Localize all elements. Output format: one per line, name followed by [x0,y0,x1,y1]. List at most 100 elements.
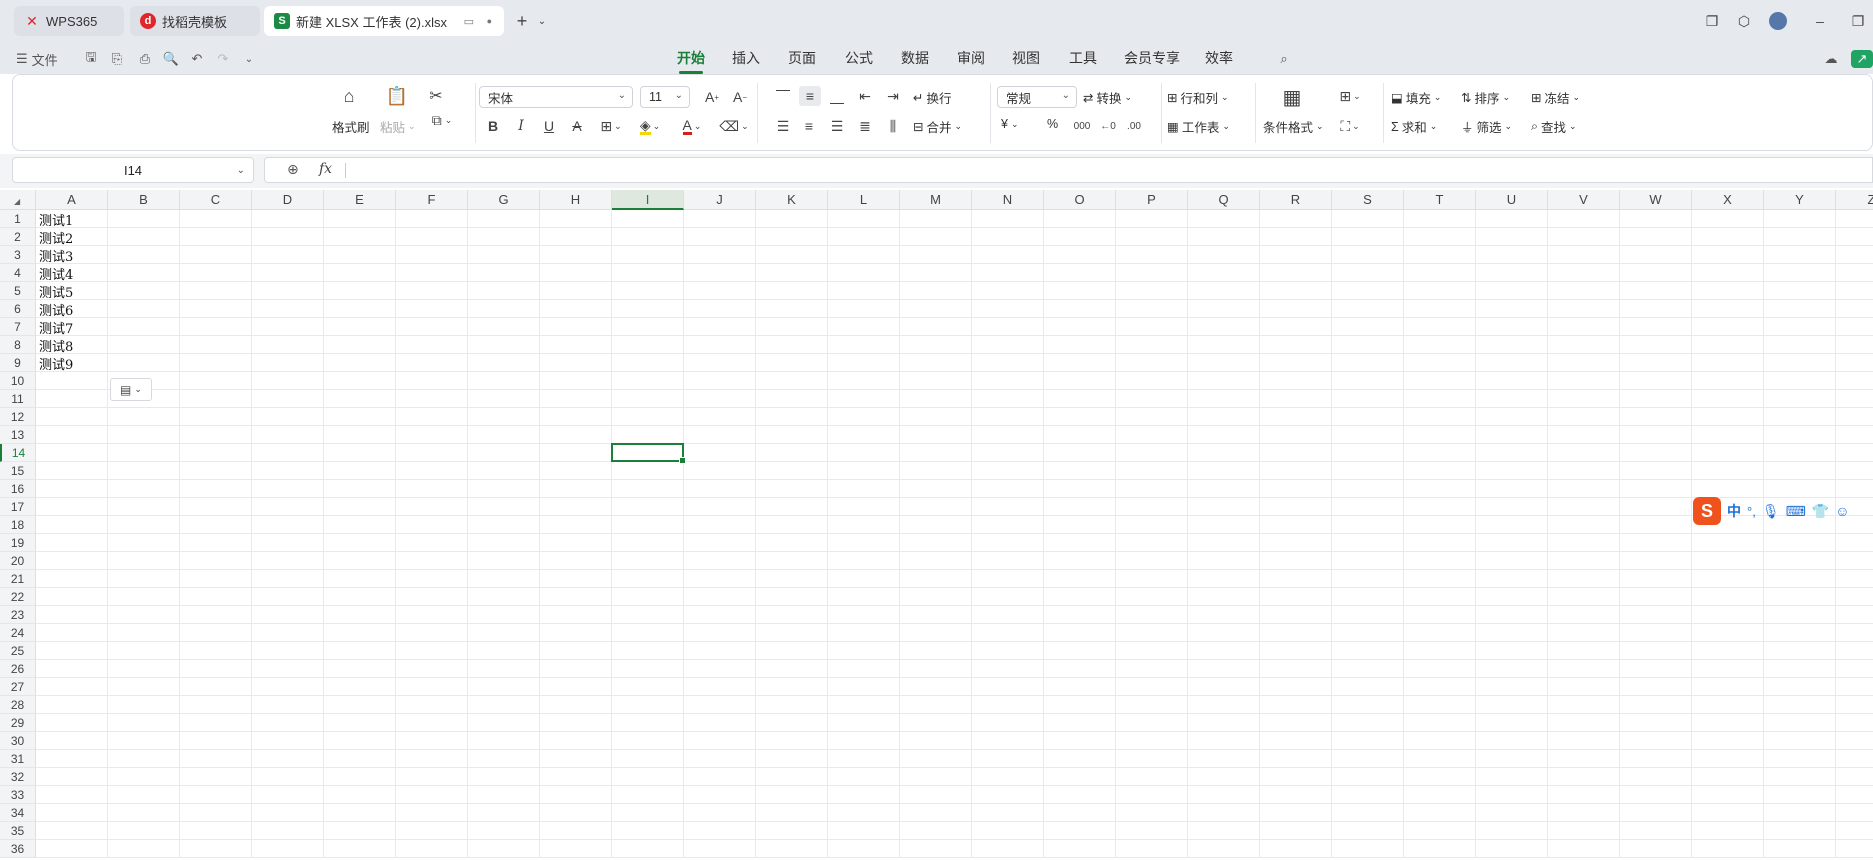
row-header[interactable]: 21 [0,570,36,588]
cube-icon[interactable]: ⬡ [1734,11,1754,31]
cell-style-icon[interactable]: ⊞ ⌄ [1333,86,1367,106]
row-header[interactable]: 19 [0,534,36,552]
cell-a[interactable]: 测试3 [36,246,108,265]
column-header[interactable]: D [252,190,324,210]
tab-docer-templates[interactable]: d 找稻壳模板 [130,6,260,36]
column-header[interactable]: V [1548,190,1620,210]
column-header[interactable]: Y [1764,190,1836,210]
row-header[interactable]: 22 [0,588,36,606]
align-bottom-icon[interactable]: ⎽ [827,86,847,106]
keyboard-icon[interactable]: ⌨ [1786,503,1806,520]
column-header[interactable]: J [684,190,756,210]
cell-a[interactable]: 测试1 [36,210,108,229]
font-name-select[interactable]: 宋体 ⌄ [479,86,633,108]
column-header[interactable]: A [36,190,108,210]
ime-punct-icon[interactable]: °, [1747,504,1756,519]
column-header[interactable]: S [1332,190,1404,210]
print-preview-icon[interactable]: 🔍 [162,50,180,68]
column-header[interactable]: F [396,190,468,210]
align-middle-icon[interactable]: ≡ [799,86,821,106]
ribbon-tab-page[interactable]: 页面 [788,48,816,68]
strikethrough-icon[interactable]: A [567,116,587,136]
column-header[interactable]: U [1476,190,1548,210]
row-header[interactable]: 10 [0,372,36,390]
fx-icon[interactable]: fx [319,161,332,177]
sogou-logo-icon[interactable]: S [1693,497,1721,525]
row-header[interactable]: 27 [0,678,36,696]
column-header[interactable]: N [972,190,1044,210]
increase-indent-icon[interactable]: ⇥ [883,86,903,106]
row-header[interactable]: 7 [0,318,36,336]
chevron-down-icon[interactable]: ⌄ [237,165,245,176]
fill-color-icon[interactable]: ◈ ⌄ [633,116,667,136]
cell-a[interactable]: 测试6 [36,300,108,319]
font-color-icon[interactable]: A ⌄ [675,116,709,136]
row-header[interactable]: 1 [0,210,36,228]
row-header[interactable]: 35 [0,822,36,840]
clear-format-icon[interactable]: ⌫ ⌄ [717,116,751,136]
paste-icon[interactable]: 📋 [386,85,408,107]
column-header[interactable]: E [324,190,396,210]
row-header[interactable]: 11 [0,390,36,408]
increase-font-icon[interactable]: A + [701,86,723,108]
tab-current-workbook[interactable]: S 新建 XLSX 工作表 (2).xlsx ▭ ● [264,6,504,36]
column-header[interactable]: L [828,190,900,210]
column-header[interactable]: P [1116,190,1188,210]
search-icon[interactable]: ⌕ [1275,50,1293,68]
row-header[interactable]: 25 [0,642,36,660]
justify-icon[interactable]: ≣ [855,116,875,136]
align-top-icon[interactable]: ⎺ [773,86,793,106]
filter-button[interactable]: ⏚ 筛选 ⌄ [1461,117,1512,136]
undo-icon[interactable]: ↶ [188,50,206,68]
row-header[interactable]: 5 [0,282,36,300]
ribbon-tab-view[interactable]: 视图 [1012,48,1040,68]
conditional-format-icon[interactable]: ▦ [1279,84,1305,110]
freeze-button[interactable]: ⊞ 冻结 ⌄ [1531,88,1580,107]
tab-list-chevron-icon[interactable]: ⌄ [532,11,552,31]
row-header[interactable]: 29 [0,714,36,732]
column-header[interactable]: I [612,190,684,210]
sum-button[interactable]: Σ 求和 ⌄ [1391,117,1437,136]
quick-access-more-icon[interactable]: ⌄ [240,50,258,68]
table-style-icon[interactable]: ⛶ ⌄ [1333,116,1367,136]
format-painter-icon[interactable]: ⌂ [338,85,360,107]
ime-mode-label[interactable]: 中 [1727,501,1741,521]
restore-icon[interactable]: ❐ [1848,11,1868,31]
sort-button[interactable]: ⇅ 排序 ⌄ [1461,88,1510,107]
row-col-button[interactable]: ⊞ 行和列 ⌄ [1167,88,1229,107]
column-header[interactable]: G [468,190,540,210]
row-header[interactable]: 28 [0,696,36,714]
row-header[interactable]: 31 [0,750,36,768]
decrease-decimal-icon[interactable]: .00 [1123,116,1145,136]
row-header[interactable]: 34 [0,804,36,822]
ribbon-tab-data[interactable]: 数据 [901,48,929,68]
align-center-icon[interactable]: ≡ [799,116,819,136]
unsaved-dot-icon[interactable]: ● [487,16,492,26]
row-header[interactable]: 3 [0,246,36,264]
new-tab-plus-icon[interactable]: + [512,11,532,31]
row-header[interactable]: 4 [0,264,36,282]
minimize-icon[interactable]: – [1810,11,1830,31]
align-left-icon[interactable]: ☰ [773,116,793,136]
row-header[interactable]: 8 [0,336,36,354]
column-header[interactable]: H [540,190,612,210]
select-all-corner[interactable]: ◢ [0,190,36,210]
cell-a[interactable]: 测试5 [36,282,108,301]
row-header[interactable]: 9 [0,354,36,372]
decrease-font-icon[interactable]: A − [729,86,751,108]
paste-options-button[interactable]: ▤ ⌄ [110,378,152,401]
cell-a[interactable]: 测试2 [36,228,108,247]
worksheet-button[interactable]: ▦ 工作表 ⌄ [1167,117,1230,136]
underline-icon[interactable]: U [539,116,559,136]
paste-button[interactable]: 粘贴 ⌄ [380,117,416,136]
avatar[interactable] [1768,11,1788,31]
redo-icon[interactable]: ↷ [214,50,232,68]
column-header[interactable]: Z [1836,190,1873,210]
formula-input[interactable]: ⊕ fx [264,157,1873,183]
row-header[interactable]: 36 [0,840,36,858]
ribbon-tab-formula[interactable]: 公式 [845,48,873,68]
percent-button[interactable]: % [1047,117,1058,131]
currency-button[interactable]: ¥ ⌄ [1001,117,1019,131]
column-header[interactable]: W [1620,190,1692,210]
ribbon-tab-member[interactable]: 会员专享 [1124,48,1180,68]
